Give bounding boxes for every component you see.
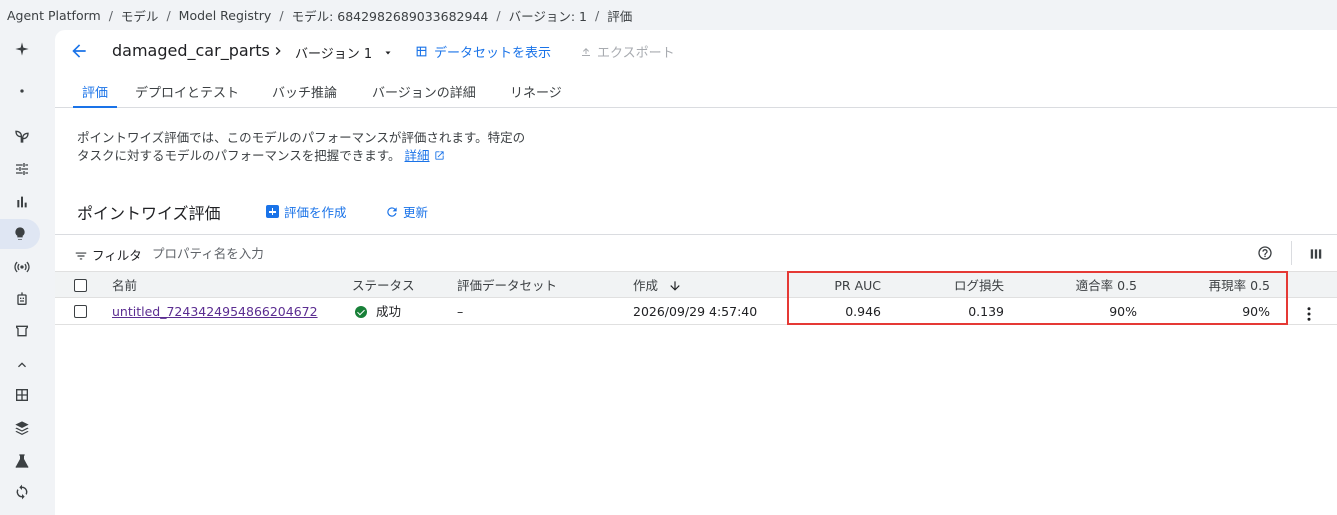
breadcrumb-separator: / <box>108 7 113 23</box>
version-select-label: バージョン 1 <box>295 47 373 62</box>
refresh-label: 更新 <box>403 205 429 220</box>
tune-icon[interactable] <box>4 154 40 184</box>
breadcrumb: Agent Platform / モデル / Model Registry / … <box>0 0 1337 30</box>
breadcrumb-evaluate: 評価 <box>607 8 633 24</box>
upload-icon <box>582 47 590 56</box>
row-checkbox[interactable] <box>74 305 87 318</box>
breadcrumb-separator: / <box>279 7 284 23</box>
column-header-created[interactable]: 作成 <box>633 272 682 299</box>
sprout-icon[interactable] <box>4 121 40 151</box>
breadcrumb-models[interactable]: モデル <box>121 6 159 25</box>
version-select[interactable]: バージョン 1 <box>295 43 394 62</box>
sync-icon[interactable] <box>4 477 40 507</box>
export-button[interactable]: エクスポート <box>580 42 675 61</box>
breadcrumb-model[interactable]: モデル: 6842982689033682944 <box>292 6 489 25</box>
select-all-checkbox[interactable] <box>74 279 87 292</box>
check-circle-icon <box>355 306 367 318</box>
table-header: 名前 ステータス 評価データセット 作成 PR AUC ログ損失 適合率 0.5… <box>55 271 1337 298</box>
tab-batch-predict[interactable]: バッチ推論 <box>272 82 337 108</box>
column-header-recall[interactable]: 再現率 0.5 <box>1155 272 1270 299</box>
column-header-name[interactable]: 名前 <box>112 272 137 299</box>
more-vert-icon[interactable] <box>1300 305 1318 323</box>
table-row: untitled_7243424954866204672 成功 – 2026/0… <box>55 298 1337 325</box>
description-line-2: タスクに対するモデルのパフォーマンスを把握できます。 詳細 <box>77 147 547 165</box>
robot-icon[interactable] <box>4 284 40 314</box>
view-dataset-label: データセットを表示 <box>434 46 552 61</box>
bar-chart-icon[interactable] <box>4 187 40 217</box>
broadcast-icon[interactable] <box>4 252 40 282</box>
create-evaluation-label: 評価を作成 <box>284 205 347 220</box>
lightbulb-icon[interactable] <box>0 219 40 249</box>
shop-icon[interactable] <box>4 316 40 346</box>
evaluation-name-link[interactable]: untitled_7243424954866204672 <box>112 304 318 319</box>
column-header-precision[interactable]: 適合率 0.5 <box>1025 272 1137 299</box>
page-title: damaged_car_parts <box>112 41 270 60</box>
chevron-up-icon[interactable] <box>4 350 40 380</box>
tab-deploy-test[interactable]: デプロイとテスト <box>135 82 239 108</box>
description: ポイントワイズ評価では、このモデルのパフォーマンスが評価されます。特定の タスク… <box>77 129 547 165</box>
column-header-dataset[interactable]: 評価データセット <box>457 272 557 299</box>
filter-label: フィルタ <box>92 248 142 263</box>
column-header-status[interactable]: ステータス <box>352 272 415 299</box>
tab-version-details[interactable]: バージョンの詳細 <box>372 82 476 108</box>
table-icon <box>416 46 427 57</box>
tab-lineage[interactable]: リネージ <box>510 82 562 108</box>
refresh-button[interactable]: 更新 <box>385 202 428 221</box>
breadcrumb-version[interactable]: バージョン: 1 <box>509 6 587 25</box>
create-evaluation-button[interactable]: 評価を作成 <box>266 202 347 221</box>
tab-evaluate[interactable]: 評価 <box>73 82 117 108</box>
precision-cell: 90% <box>1109 304 1137 319</box>
pr-auc-cell: 0.946 <box>845 304 881 319</box>
layers-icon[interactable] <box>4 413 40 443</box>
column-header-log-loss[interactable]: ログ損失 <box>905 272 1004 299</box>
add-box-icon <box>266 205 279 218</box>
column-header-created-label: 作成 <box>633 278 659 293</box>
description-line-2-text: タスクに対するモデルのパフォーマンスを把握できます。 <box>77 148 401 163</box>
dataset-cell: – <box>457 304 464 319</box>
evaluation-name-cell: untitled_7243424954866204672 <box>112 298 318 325</box>
grid-icon[interactable] <box>4 380 40 410</box>
flask-icon[interactable] <box>4 446 40 476</box>
breadcrumb-separator: / <box>166 7 171 23</box>
recall-cell: 90% <box>1242 304 1270 319</box>
view-dataset-button[interactable]: データセットを表示 <box>415 42 551 61</box>
back-button[interactable] <box>69 41 91 63</box>
filter-bar: フィルタ <box>55 234 1337 270</box>
breadcrumb-separator: / <box>496 7 501 23</box>
tab-bar: 評価 デプロイとテスト バッチ推論 バージョンの詳細 リネージ <box>55 78 1337 108</box>
sidebar <box>0 30 55 515</box>
description-line-1: ポイントワイズ評価では、このモデルのパフォーマンスが評価されます。特定の <box>77 130 526 145</box>
arrow-back-icon <box>72 44 86 58</box>
filter-input[interactable] <box>152 242 452 264</box>
export-label: エクスポート <box>597 46 675 61</box>
column-display-icon[interactable] <box>1309 246 1323 265</box>
divider <box>1291 241 1292 265</box>
breadcrumb-agent-platform[interactable]: Agent Platform <box>7 8 101 23</box>
learn-more-link[interactable]: 詳細 <box>405 148 430 163</box>
caret-down-icon <box>385 51 391 54</box>
status-badge: 成功 <box>375 304 401 319</box>
breadcrumb-separator: / <box>594 7 600 23</box>
status-cell: 成功 <box>355 298 401 325</box>
dot-icon[interactable] <box>4 76 40 106</box>
section-title: ポイントワイズ評価 <box>77 204 221 223</box>
page-header: damaged_car_parts バージョン 1 データセットを表示 エクスポ… <box>55 30 1337 72</box>
filter-icon <box>74 248 88 267</box>
log-loss-cell: 0.139 <box>968 304 1004 319</box>
breadcrumb-model-registry[interactable]: Model Registry <box>179 8 272 23</box>
main-panel: damaged_car_parts バージョン 1 データセットを表示 エクスポ… <box>55 30 1337 515</box>
open-in-new-icon <box>434 151 444 160</box>
column-header-pr-auc[interactable]: PR AUC <box>795 272 881 299</box>
help-icon[interactable] <box>1257 245 1273 265</box>
created-cell: 2026/09/29 4:57:40 <box>633 304 758 319</box>
chevron-right-icon <box>270 43 286 59</box>
sparkle-icon[interactable] <box>4 34 40 64</box>
refresh-icon <box>387 206 397 217</box>
